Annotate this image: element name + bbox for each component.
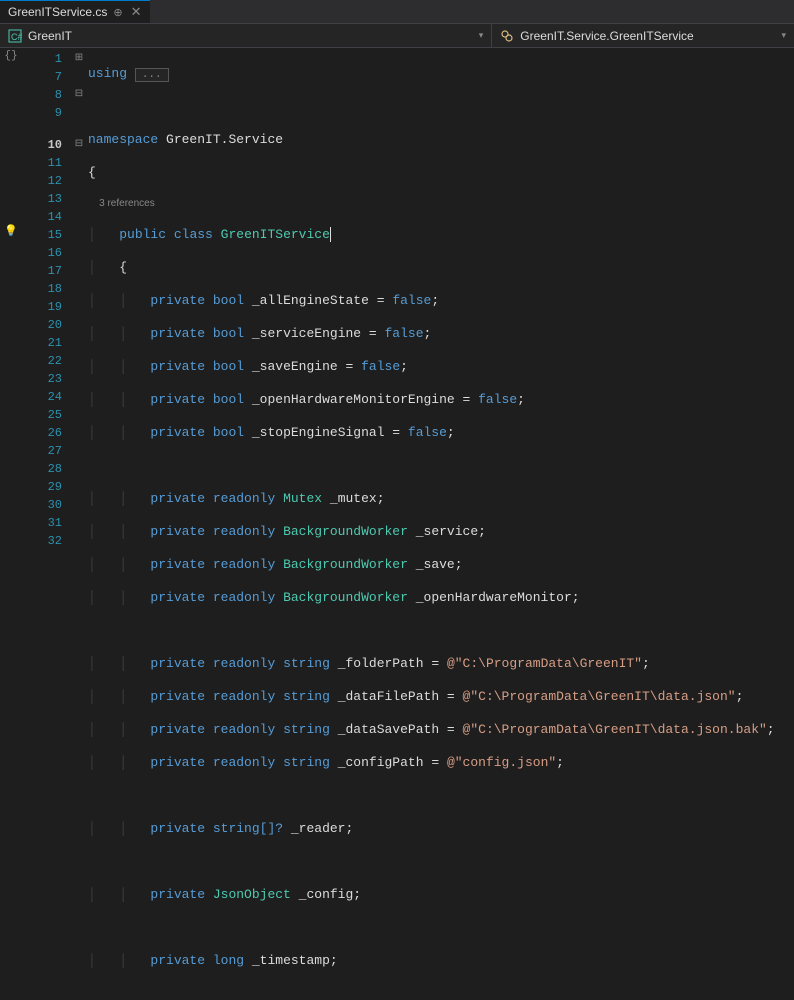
- line-number: 11: [22, 154, 70, 172]
- code-line: │ │ private bool _allEngineState = false…: [88, 292, 794, 310]
- line-number: 23: [22, 370, 70, 388]
- code-line: │ │ private readonly BackgroundWorker _s…: [88, 523, 794, 541]
- code-line: [88, 853, 794, 871]
- code-line: │ │ private readonly BackgroundWorker _s…: [88, 556, 794, 574]
- svg-text:C#: C#: [11, 32, 22, 42]
- code-line: │ │ private string[]? _reader;: [88, 820, 794, 838]
- line-number: 9: [22, 104, 70, 122]
- brace-glyph: {}: [0, 50, 22, 68]
- line-number: 24: [22, 388, 70, 406]
- close-icon[interactable]: ✕: [131, 4, 142, 20]
- code-line: │ │ private readonly string _configPath …: [88, 754, 794, 772]
- nav-class-label: GreenIT.Service.GreenITService: [520, 29, 693, 43]
- line-number: 15: [22, 226, 70, 244]
- tab-bar: GreenITService.cs ⊕ ✕: [0, 0, 794, 24]
- code-line: │ │ private bool _openHardwareMonitorEng…: [88, 391, 794, 409]
- codelens-references[interactable]: 3 references: [88, 197, 794, 211]
- csharp-project-icon: C#: [8, 29, 22, 43]
- code-line: │ public class GreenITService: [88, 226, 794, 244]
- code-line: │ │ private bool _saveEngine = false;: [88, 358, 794, 376]
- code-line: │ │ private readonly string _folderPath …: [88, 655, 794, 673]
- code-line: │ │ private readonly string _dataFilePat…: [88, 688, 794, 706]
- line-number: 16: [22, 244, 70, 262]
- nav-project-label: GreenIT: [28, 29, 72, 43]
- code-line: [88, 98, 794, 116]
- fold-expand-icon[interactable]: ⊞: [70, 50, 88, 68]
- line-number-current: 10: [22, 136, 70, 154]
- line-number: 30: [22, 496, 70, 514]
- chevron-down-icon: ▾: [781, 30, 786, 41]
- code-line: [88, 457, 794, 475]
- text-cursor: [330, 227, 331, 242]
- line-number: 28: [22, 460, 70, 478]
- code-line: [88, 787, 794, 805]
- line-number: 1: [22, 50, 70, 68]
- fold-collapse-icon[interactable]: ⊟: [70, 86, 88, 104]
- code-editor[interactable]: {} 💡 1 7 8 9 10 11 12 13 14 15 16 17 18 …: [0, 48, 794, 522]
- line-number: 27: [22, 442, 70, 460]
- code-line: namespace GreenIT.Service: [88, 131, 794, 149]
- line-number: 31: [22, 514, 70, 532]
- line-number: 17: [22, 262, 70, 280]
- nav-project-dropdown[interactable]: C# GreenIT ▾: [0, 24, 492, 47]
- code-line: [88, 919, 794, 937]
- line-number: 12: [22, 172, 70, 190]
- code-line: │ │ private readonly string _dataSavePat…: [88, 721, 794, 739]
- code-line: │ │ private readonly Mutex _mutex;: [88, 490, 794, 508]
- class-icon: [500, 29, 514, 43]
- line-number-gutter: 1 7 8 9 10 11 12 13 14 15 16 17 18 19 20…: [22, 48, 70, 522]
- line-number: [22, 122, 70, 136]
- nav-class-dropdown[interactable]: GreenIT.Service.GreenITService ▾: [492, 29, 794, 43]
- code-area[interactable]: using ... namespace GreenIT.Service { 3 …: [88, 48, 794, 522]
- line-number: 19: [22, 298, 70, 316]
- line-number: 21: [22, 334, 70, 352]
- line-number: 7: [22, 68, 70, 86]
- line-number: 32: [22, 532, 70, 550]
- code-line: │ │ private readonly BackgroundWorker _o…: [88, 589, 794, 607]
- fold-collapse-icon[interactable]: ⊟: [70, 136, 88, 154]
- outline-margin: {} 💡: [0, 48, 22, 522]
- tab-filename: GreenITService.cs: [8, 5, 107, 19]
- code-line: using ...: [88, 65, 794, 83]
- line-number: 18: [22, 280, 70, 298]
- navigation-bar: C# GreenIT ▾ GreenIT.Service.GreenITServ…: [0, 24, 794, 48]
- line-number: 25: [22, 406, 70, 424]
- line-number: 8: [22, 86, 70, 104]
- code-line: │ │ private bool _serviceEngine = false;: [88, 325, 794, 343]
- file-tab[interactable]: GreenITService.cs ⊕ ✕: [0, 0, 150, 23]
- line-number: 20: [22, 316, 70, 334]
- fold-column: ⊞ ⊟ ⊟: [70, 48, 88, 522]
- lightbulb-icon[interactable]: 💡: [0, 224, 22, 242]
- line-number: 26: [22, 424, 70, 442]
- code-line: [88, 622, 794, 640]
- line-number: 22: [22, 352, 70, 370]
- line-number: 13: [22, 190, 70, 208]
- code-line: │ │ private bool _stopEngineSignal = fal…: [88, 424, 794, 442]
- line-number: 14: [22, 208, 70, 226]
- code-line: {: [88, 164, 794, 182]
- code-line: │ {: [88, 259, 794, 277]
- code-line: │ │ private long _timestamp;: [88, 952, 794, 970]
- pin-icon[interactable]: ⊕: [113, 6, 122, 19]
- line-number: 29: [22, 478, 70, 496]
- collapsed-region[interactable]: ...: [135, 68, 169, 82]
- chevron-down-icon: ▾: [479, 30, 484, 41]
- code-line: │ │ private JsonObject _config;: [88, 886, 794, 904]
